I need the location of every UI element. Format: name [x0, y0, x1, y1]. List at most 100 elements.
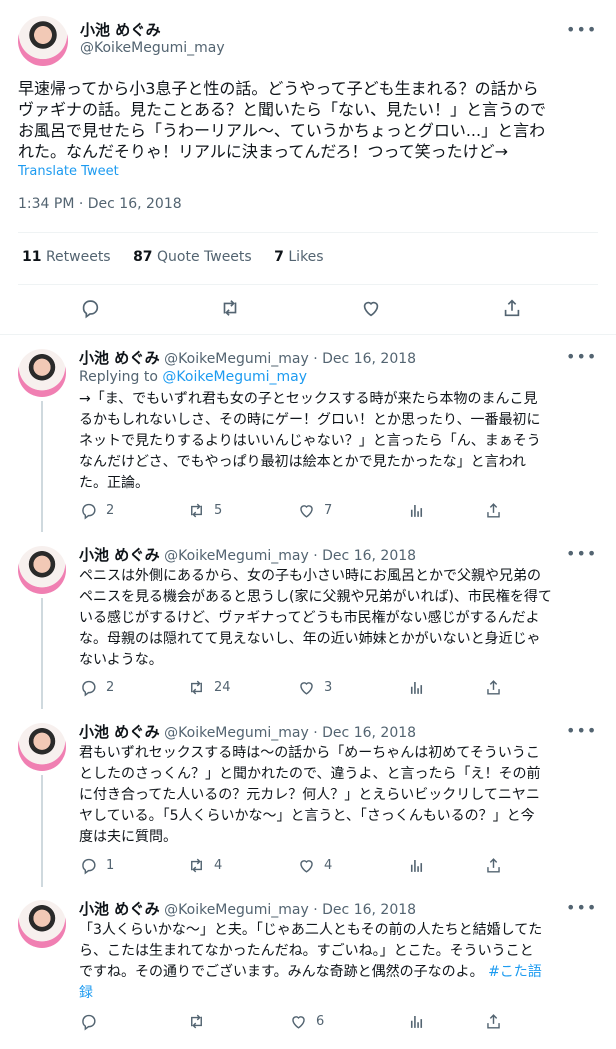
author-handle[interactable]: @KoikeMegumi_may [164, 548, 309, 564]
tweet-actions: 2 24 3 [79, 678, 509, 702]
reply-tweet[interactable]: 小池 めぐみ @KoikeMegumi_may · Dec 16, 2018 •… [0, 709, 616, 887]
tweet-date[interactable]: · Dec 16, 2018 [313, 902, 416, 918]
tweet-actions: 1 4 4 [79, 856, 509, 880]
reply-icon [79, 501, 98, 520]
tweet-date[interactable]: · Dec 16, 2018 [313, 725, 416, 741]
tweet-date[interactable]: · Dec 16, 2018 [313, 548, 416, 564]
tweet-actions: 6 [79, 1012, 509, 1036]
reply-count: 2 [106, 503, 115, 518]
tweet-header: 小池 めぐみ @KoikeMegumi_may · Dec 16, 2018 [79, 898, 416, 919]
like-button[interactable]: 6 [289, 1012, 324, 1031]
avatar[interactable] [18, 546, 66, 594]
share-icon[interactable] [484, 501, 503, 520]
main-tweet: 小池 めぐみ @KoikeMegumi_may ••• 早速帰ってから小3息子と… [0, 0, 616, 335]
retweet-button[interactable]: 4 [187, 856, 222, 875]
reply-tweet[interactable]: 小池 めぐみ @KoikeMegumi_may · Dec 16, 2018 •… [0, 886, 616, 1049]
retweet-icon[interactable] [210, 288, 250, 328]
reply-icon[interactable] [70, 288, 110, 328]
likes-stat[interactable]: 7 Likes [274, 249, 323, 265]
avatar[interactable] [18, 16, 68, 66]
share-icon[interactable] [484, 856, 503, 875]
avatar[interactable] [18, 723, 66, 771]
reply-count: 1 [106, 858, 115, 873]
avatar[interactable] [18, 349, 66, 397]
tweet-date[interactable]: · Dec 16, 2018 [313, 351, 416, 367]
like-button[interactable]: 3 [297, 678, 332, 697]
reply-tweet[interactable]: 小池 めぐみ @KoikeMegumi_may · Dec 16, 2018 •… [0, 335, 616, 532]
like-count: 6 [316, 1014, 325, 1029]
author-handle[interactable]: @KoikeMegumi_may [164, 902, 309, 918]
tweet-stats: 11 Retweets 87 Quote Tweets 7 Likes [22, 249, 342, 265]
reply-icon [79, 1012, 98, 1031]
author-handle[interactable]: @KoikeMegumi_may [80, 40, 225, 56]
reply-icon [79, 678, 98, 697]
like-icon [289, 1012, 308, 1031]
like-icon [297, 501, 316, 520]
reply-icon [79, 856, 98, 875]
tweet-text: →「ま、でもいずれ君も女の子とセックスする時が来たら本物のまんこ見 るかもしれな… [79, 391, 541, 491]
retweet-icon [187, 1012, 206, 1031]
translate-tweet-link[interactable]: Translate Tweet [18, 164, 119, 179]
tweet-text: ペニスは外側にあるから、女の子も小さい時にお風呂とかで父親や兄弟の ペニスを見る… [79, 568, 552, 668]
tweet-text: 早速帰ってから小3息子と性の話。どうやって子ども生まれる？の話から ヴァギナの話… [18, 79, 547, 161]
thread-line [41, 598, 43, 709]
replying-to: Replying to @KoikeMegumi_may [79, 369, 308, 385]
like-button[interactable]: 7 [297, 501, 332, 520]
like-icon [297, 678, 316, 697]
thread-line [41, 775, 43, 887]
like-button[interactable]: 4 [297, 856, 332, 875]
more-icon[interactable]: ••• [566, 544, 597, 563]
analytics-icon[interactable] [407, 856, 426, 875]
retweet-icon [187, 678, 206, 697]
tweet-actions [18, 288, 598, 328]
retweet-button[interactable]: 24 [187, 678, 231, 697]
author-handle[interactable]: @KoikeMegumi_may [164, 351, 309, 367]
share-icon[interactable] [492, 288, 532, 328]
author-name[interactable]: 小池 めぐみ [79, 546, 160, 564]
reply-tweet[interactable]: 小池 めぐみ @KoikeMegumi_may · Dec 16, 2018 •… [0, 532, 616, 709]
retweet-button[interactable]: 5 [187, 501, 222, 520]
like-icon[interactable] [351, 288, 391, 328]
analytics-icon[interactable] [407, 501, 426, 520]
like-count: 7 [324, 503, 333, 518]
tweet-text: 君もいずれセックスする時は〜の話から「めーちゃんは初めてそういうこ としたのさっ… [79, 745, 541, 845]
reply-button[interactable] [79, 1012, 106, 1031]
retweet-button[interactable] [187, 1012, 214, 1031]
more-icon[interactable]: ••• [566, 721, 597, 740]
like-count: 3 [324, 680, 333, 695]
reply-button[interactable]: 2 [79, 501, 114, 520]
author-handle[interactable]: @KoikeMegumi_may [164, 725, 309, 741]
retweet-count: 5 [214, 503, 223, 518]
reply-button[interactable]: 2 [79, 678, 114, 697]
retweet-count: 24 [214, 680, 231, 695]
author-name[interactable]: 小池 めぐみ [79, 723, 160, 741]
avatar[interactable] [18, 900, 66, 948]
share-icon[interactable] [484, 678, 503, 697]
retweet-icon [187, 501, 206, 520]
tweet-text: 「3人くらいかな〜」と夫。「じゃあ二人ともその前の人たちと結婚してた ら、こたは… [79, 922, 543, 1001]
divider [18, 232, 598, 233]
share-icon[interactable] [484, 1012, 503, 1031]
more-icon[interactable]: ••• [566, 347, 597, 366]
like-icon [297, 856, 316, 875]
tweet-header: 小池 めぐみ @KoikeMegumi_may · Dec 16, 2018 [79, 721, 416, 742]
tweet-header: 小池 めぐみ @KoikeMegumi_may · Dec 16, 2018 [79, 347, 416, 368]
mention-link[interactable]: @KoikeMegumi_may [162, 369, 307, 385]
author-name[interactable]: 小池 めぐみ [79, 349, 160, 367]
tweet-header: 小池 めぐみ @KoikeMegumi_may · Dec 16, 2018 [79, 544, 416, 565]
more-icon[interactable]: ••• [566, 20, 597, 39]
analytics-icon[interactable] [407, 678, 426, 697]
reply-button[interactable]: 1 [79, 856, 114, 875]
author-name[interactable]: 小池 めぐみ [79, 900, 160, 918]
tweet-actions: 2 5 7 [79, 501, 509, 525]
retweet-icon [187, 856, 206, 875]
author-name[interactable]: 小池 めぐみ [80, 19, 161, 40]
retweets-stat[interactable]: 11 Retweets [22, 249, 111, 265]
more-icon[interactable]: ••• [566, 898, 597, 917]
reply-count: 2 [106, 680, 115, 695]
analytics-icon[interactable] [407, 1012, 426, 1031]
quote-tweets-stat[interactable]: 87 Quote Tweets [133, 249, 252, 265]
tweet-timestamp[interactable]: 1:34 PM · Dec 16, 2018 [18, 196, 182, 212]
thread-line [41, 401, 43, 532]
like-count: 4 [324, 858, 333, 873]
